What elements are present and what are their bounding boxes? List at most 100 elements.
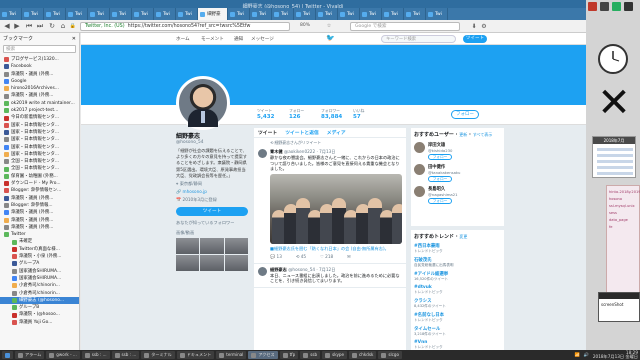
file-entry[interactable]: sess (609, 211, 617, 215)
suggested-user[interactable]: 田中健作 @tanakakensaku フォロー (414, 164, 501, 182)
bookmark-item[interactable]: グループA (0, 260, 79, 267)
bookmark-item[interactable]: 衆議院・(@hosoo... (0, 311, 79, 318)
twitter-search-input[interactable]: キーワード検索 (381, 35, 456, 43)
profile-stat[interactable]: フォロー 126 (289, 108, 304, 120)
photo-thumb[interactable] (200, 238, 224, 255)
tweet-photo[interactable] (270, 174, 402, 245)
photo-thumb[interactable] (200, 255, 224, 272)
taskbar-item[interactable]: ssb (300, 351, 321, 359)
bookmark-item[interactable]: 国家・日本情報センタ... (0, 144, 79, 151)
browser-tab[interactable]: Twi (382, 8, 404, 20)
twitter-bird-icon[interactable]: 🐦 (326, 34, 335, 42)
bookmark-item[interactable]: 衆議員 Yoji Go... (0, 319, 79, 326)
bookmark-item[interactable]: 国家・日本情報センタ... (0, 122, 79, 129)
extension-icon[interactable]: ⚙ (480, 23, 488, 30)
browser-tab[interactable]: Twi (44, 8, 66, 20)
profile-website[interactable]: 🔗 mhosono.jp (176, 189, 248, 195)
profile-stat[interactable]: ツイート 5,432 (257, 108, 274, 120)
bookmark-item[interactable]: Blogger: 衆参情報... (0, 202, 79, 209)
bookmark-item[interactable]: 国家・日本情報センタ... (0, 129, 79, 136)
trend-item[interactable]: クラシス 8,432件のツイート (414, 298, 501, 309)
trend-item[interactable]: #アイドル総選挙 16,520件のツイート (414, 271, 501, 282)
followers-you-know-label[interactable]: あなたが知っているフォロワー (176, 220, 248, 226)
bookmark-item[interactable]: 衆議院・議員 (外務... (0, 195, 79, 202)
profile-stat[interactable]: フォロワー 83,884 (321, 108, 342, 120)
nav-notifications[interactable]: 通知 (234, 36, 243, 42)
bookmark-item[interactable]: 全国・日本情報センタ... (0, 158, 79, 165)
taskbar-item[interactable]: chkdsk (349, 351, 377, 359)
file-entry[interactable]: data_page (609, 218, 628, 222)
browser-tab[interactable]: 細野豪 (198, 8, 228, 20)
bookmark-item[interactable]: 国家議会SHIRUMA... (0, 275, 79, 282)
browser-tab[interactable]: Twi (132, 8, 154, 20)
follow-button[interactable]: フォロー (451, 110, 479, 119)
user-avatar[interactable] (414, 186, 425, 197)
browser-tab[interactable]: Twi (228, 8, 250, 20)
follow-user-button[interactable]: フォロー (428, 176, 452, 182)
retweet-icon[interactable]: ⟲ 45 (296, 254, 306, 260)
bookmark-item[interactable]: ブログサービス(1320... (0, 56, 79, 63)
suggested-user[interactable]: 岸田文雄 @kishida230 フォロー (414, 142, 501, 160)
bookmark-item[interactable]: 小倉秀司/chinorin... (0, 282, 79, 289)
profile-name[interactable]: 細野豪志 (176, 131, 248, 140)
browser-tab[interactable]: Twi (294, 8, 316, 20)
browser-tab[interactable]: Twi (22, 8, 44, 20)
tweet-author[interactable]: 細野豪志 (270, 267, 287, 272)
bookmark-item[interactable]: 国家・日本情報センタ... (0, 136, 79, 143)
taskbar-item[interactable]: アクセス (248, 351, 278, 359)
tab-tweets[interactable]: ツイート (258, 129, 277, 136)
compose-tweet-button[interactable]: ツイート (463, 35, 487, 43)
browser-tab[interactable]: Twi (250, 8, 272, 20)
user-avatar[interactable] (414, 164, 425, 175)
profile-stat[interactable]: いいね 57 (353, 108, 364, 120)
file-entry[interactable]: hinto-2018y.2019y (609, 190, 640, 194)
bookmark-item[interactable]: Google (0, 78, 79, 85)
photos-label[interactable]: 画像/動画 (176, 230, 248, 236)
browser-tab[interactable]: Twi (316, 8, 338, 20)
taskbar-item[interactable]: tfp (279, 351, 299, 359)
app-icon[interactable] (624, 2, 633, 11)
photo-thumb[interactable] (176, 238, 200, 255)
bookmark-item[interactable]: Blogger: 衆参情報セン... (0, 187, 79, 194)
browser-tab[interactable]: Twi (66, 8, 88, 20)
trend-item[interactable]: #西日本豪雨 トレンドトピック (414, 243, 501, 254)
user-avatar[interactable] (414, 142, 425, 153)
bookmark-item[interactable]: ok2019 write at maintainer... (0, 100, 79, 107)
taskbar-item[interactable]: skype (322, 351, 348, 359)
download-icon[interactable]: ⬇ (470, 23, 478, 30)
start-menu-icon[interactable] (2, 351, 13, 359)
browser-tab[interactable]: Twi (426, 8, 448, 20)
browser-tab[interactable]: Twi (338, 8, 360, 20)
photo-thumb[interactable] (224, 238, 248, 255)
bookmark-item[interactable]: Twitter (0, 231, 79, 238)
bookmark-item[interactable]: 今日の新着情報センタ... (0, 114, 79, 121)
bookmark-search-input[interactable]: 検索 (3, 45, 76, 53)
forward-icon[interactable]: ▶ (13, 23, 21, 30)
file-entry[interactable]: hosono (609, 197, 622, 201)
tab-media[interactable]: メディア (327, 129, 346, 136)
bookmark-item[interactable]: Twitterの真面な様... (0, 246, 79, 253)
trend-item[interactable]: #名前なし日本 トレンドトピック (414, 312, 501, 323)
follow-user-button[interactable]: フォロー (428, 198, 452, 204)
bookmark-item[interactable]: ok2017 project-test... (0, 107, 79, 114)
browser-tab[interactable]: Twi (0, 8, 22, 20)
photo-thumb[interactable] (176, 255, 200, 272)
browser-tab[interactable]: Twi (360, 8, 382, 20)
follow-user-button[interactable]: フォロー (428, 154, 452, 160)
bookmark-item[interactable]: 全国・日本情報センタ... (0, 165, 79, 172)
bookmark-item[interactable]: ダウンロード - My Pro... (0, 180, 79, 187)
change-link[interactable]: 変更 (459, 234, 467, 239)
trend-item[interactable]: 石破茂氏 自民党総裁選に出馬表明 (414, 257, 501, 268)
suggested-user[interactable]: 長島昭久 @nagashima21 フォロー (414, 186, 501, 204)
rewind-icon[interactable]: ⏮ (25, 23, 33, 30)
nav-home[interactable]: ホーム (176, 36, 190, 42)
bookmark-item[interactable]: 衆議院・議員 (外務... (0, 92, 79, 99)
bookmark-item[interactable]: 細野豪志 (@hosono... (0, 296, 79, 305)
bookmark-item[interactable]: 衆議院・小泉 (外務... (0, 253, 79, 260)
browser-tab[interactable]: Twi (88, 8, 110, 20)
reload-icon[interactable]: ↻ (48, 23, 56, 30)
file-entry[interactable]: fe (609, 225, 612, 229)
browser-tab[interactable]: Twi (110, 8, 132, 20)
browser-tab[interactable]: Twi (176, 8, 198, 20)
tweet-avatar[interactable] (258, 266, 267, 276)
